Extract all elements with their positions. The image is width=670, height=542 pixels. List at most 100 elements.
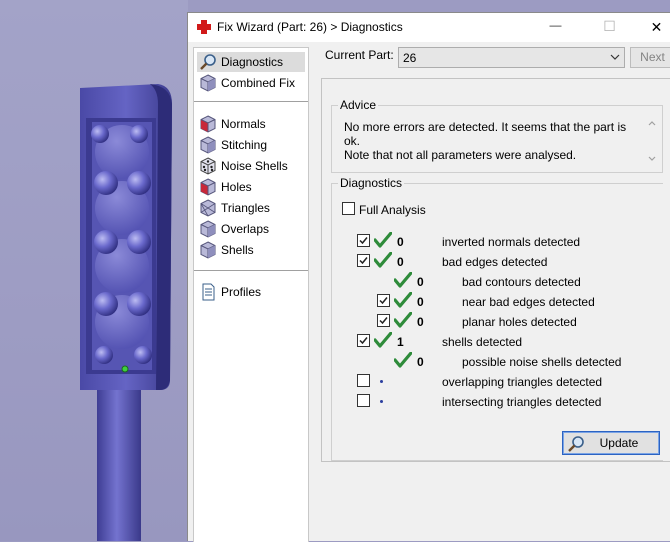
checkmark-icon [379, 317, 388, 325]
diagnostic-checkbox[interactable] [357, 334, 370, 347]
nav-item-shells[interactable]: Shells [197, 240, 305, 260]
full-analysis-label: Full Analysis [359, 203, 426, 217]
chevron-down-icon [610, 54, 620, 60]
diagnostic-label: intersecting triangles detected [442, 395, 602, 409]
cube-red-face-icon [200, 115, 216, 133]
advice-scrollbar[interactable] [646, 118, 658, 164]
diagnostic-label: bad edges detected [442, 255, 548, 269]
nav-item-label: Triangles [221, 201, 270, 215]
triangle-cube-icon [200, 199, 216, 217]
nav-item-label: Normals [221, 117, 266, 131]
nav-item-label: Noise Shells [221, 159, 288, 173]
current-part-label: Current Part: [325, 48, 394, 62]
diagnostic-label: near bad edges detected [462, 295, 595, 309]
maximize-icon: ☐ [603, 18, 616, 34]
red-cross-icon [197, 20, 211, 34]
cube-icon [200, 241, 216, 259]
nav-item-label: Combined Fix [221, 76, 296, 90]
green-check-icon [394, 352, 412, 368]
magnifier-icon [200, 54, 216, 70]
advice-line-1: No more errors are detected. It seems th… [344, 120, 627, 148]
full-analysis-checkbox[interactable] [342, 202, 355, 215]
nav-item-label: Stitching [221, 138, 268, 152]
window-title: Fix Wizard (Part: 26) > Diagnostics [217, 20, 403, 34]
title-bar[interactable]: Fix Wizard (Part: 26) > Diagnostics — ☐ … [188, 13, 670, 42]
nav-item-triangles[interactable]: Triangles [197, 198, 305, 218]
nav-item-profiles[interactable]: Profiles [197, 282, 305, 302]
green-check-icon [394, 312, 412, 328]
pending-dot-icon [380, 380, 383, 383]
diagnostic-checkbox[interactable] [357, 254, 370, 267]
cube-red-face-icon [200, 178, 216, 196]
nav-item-noise-shells[interactable]: Noise Shells [197, 156, 305, 176]
dice-icon [200, 157, 216, 175]
diagnostics-title: Diagnostics [338, 176, 405, 190]
cube-icon [200, 220, 216, 238]
diagnostic-label: bad contours detected [462, 275, 581, 289]
cube-icon [200, 74, 216, 92]
nav-item-label: Diagnostics [221, 55, 284, 69]
diagnostic-label: possible noise shells detected [462, 355, 622, 369]
3d-viewport[interactable] [0, 0, 188, 541]
diagnostic-label: shells detected [442, 335, 523, 349]
green-check-icon [394, 292, 412, 308]
nav-item-diagnostics[interactable]: Diagnostics [197, 52, 305, 72]
diagnostic-count: 0 [417, 355, 424, 369]
advice-line-2: Note that not all parameters were analys… [344, 148, 577, 162]
advice-group: Advice No more errors are detected. It s… [331, 98, 663, 173]
nav-item-label: Shells [221, 243, 254, 257]
update-label: Update [599, 436, 639, 450]
green-check-icon [374, 232, 392, 248]
green-check-icon [394, 272, 412, 288]
cube-icon [200, 136, 216, 154]
maximize-button[interactable]: ☐ [587, 13, 632, 42]
advice-text: No more errors are detected. It seems th… [344, 120, 634, 162]
advice-title: Advice [338, 98, 379, 112]
diagnostic-count: 0 [417, 295, 424, 309]
nav-item-combined-fix[interactable]: Combined Fix [197, 73, 305, 93]
diagnostic-count: 0 [417, 275, 424, 289]
pending-dot-icon [380, 400, 383, 403]
nav-separator [194, 101, 308, 102]
nav-item-holes[interactable]: Holes [197, 177, 305, 197]
wizard-nav: Diagnostics Combined Fix Normals Stitchi… [193, 47, 309, 542]
fix-wizard-window: Fix Wizard (Part: 26) > Diagnostics — ☐ … [187, 12, 670, 542]
diagnostic-count: 0 [397, 255, 404, 269]
minimize-icon: — [549, 18, 562, 32]
diagnostic-label: overlapping triangles detected [442, 375, 603, 389]
checkmark-icon [359, 237, 368, 245]
diagnostic-label: inverted normals detected [442, 235, 581, 249]
checkmark-icon [359, 257, 368, 265]
nav-item-label: Holes [221, 180, 252, 194]
document-icon [202, 283, 215, 301]
close-button[interactable]: ✕ [634, 13, 670, 42]
checkmark-icon [379, 297, 388, 305]
nav-item-label: Overlaps [221, 222, 270, 236]
green-check-icon [374, 332, 392, 348]
green-check-icon [374, 252, 392, 268]
current-part-select[interactable]: 26 [398, 47, 625, 68]
nav-item-label: Profiles [221, 285, 262, 299]
diagnostics-group: Diagnostics Full Analysis 0 inverted norm… [331, 176, 663, 461]
part-model [80, 84, 172, 541]
diagnostic-checkbox[interactable] [357, 394, 370, 407]
diagnostic-checkbox[interactable] [377, 294, 390, 307]
diagnostic-checkbox[interactable] [357, 234, 370, 247]
current-part-value: 26 [403, 51, 417, 65]
diagnostic-count: 1 [397, 335, 404, 349]
nav-item-normals[interactable]: Normals [197, 114, 305, 134]
nav-separator [194, 270, 308, 271]
diagnostic-checkbox[interactable] [357, 374, 370, 387]
minimize-button[interactable]: — [533, 13, 578, 42]
update-button[interactable]: Update [562, 431, 660, 455]
checkmark-icon [359, 337, 368, 345]
close-icon: ✕ [650, 19, 663, 35]
nav-item-stitching[interactable]: Stitching [197, 135, 305, 155]
diagnostics-panel: Advice No more errors are detected. It s… [321, 78, 670, 462]
diagnostic-count: 0 [397, 235, 404, 249]
nav-item-overlaps[interactable]: Overlaps [197, 219, 305, 239]
diagnostic-count: 0 [417, 315, 424, 329]
diagnostic-label: planar holes detected [462, 315, 577, 329]
diagnostic-checkbox[interactable] [377, 314, 390, 327]
next-button[interactable]: Next [630, 47, 670, 68]
